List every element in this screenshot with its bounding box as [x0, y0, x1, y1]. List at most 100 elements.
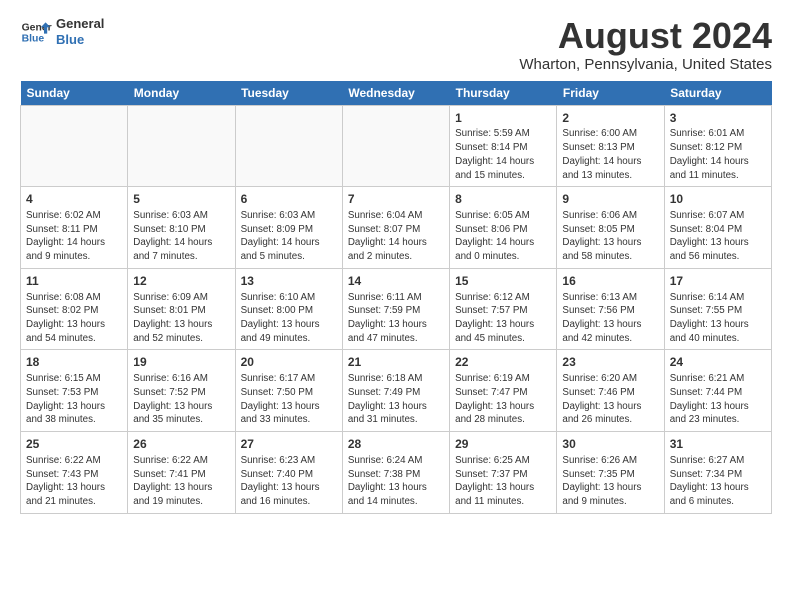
day-info: Sunrise: 6:27 AMSunset: 7:34 PMDaylight:…: [670, 454, 766, 509]
day-number: 28: [348, 436, 444, 453]
calendar-cell: 23Sunrise: 6:20 AMSunset: 7:46 PMDayligh…: [557, 350, 664, 432]
calendar-cell: 24Sunrise: 6:21 AMSunset: 7:44 PMDayligh…: [664, 350, 771, 432]
day-number: 26: [133, 436, 229, 453]
weekday-header-friday: Friday: [557, 81, 664, 106]
weekday-header-row: SundayMondayTuesdayWednesdayThursdayFrid…: [21, 81, 772, 106]
calendar-cell: 4Sunrise: 6:02 AMSunset: 8:11 PMDaylight…: [21, 187, 128, 269]
page-header: General Blue General Blue August 2024 Wh…: [20, 16, 772, 73]
day-info: Sunrise: 6:01 AMSunset: 8:12 PMDaylight:…: [670, 127, 766, 182]
day-info: Sunrise: 6:13 AMSunset: 7:56 PMDaylight:…: [562, 291, 658, 346]
day-number: 7: [348, 191, 444, 208]
calendar-week-row-5: 25Sunrise: 6:22 AMSunset: 7:43 PMDayligh…: [21, 432, 772, 514]
location-subtitle: Wharton, Pennsylvania, United States: [519, 56, 772, 73]
day-number: 25: [26, 436, 122, 453]
day-number: 18: [26, 354, 122, 371]
calendar-cell: 1Sunrise: 5:59 AMSunset: 8:14 PMDaylight…: [450, 105, 557, 187]
day-info: Sunrise: 6:26 AMSunset: 7:35 PMDaylight:…: [562, 454, 658, 509]
day-info: Sunrise: 6:19 AMSunset: 7:47 PMDaylight:…: [455, 372, 551, 427]
logo-text-general: General: [56, 16, 104, 32]
calendar-cell: 11Sunrise: 6:08 AMSunset: 8:02 PMDayligh…: [21, 268, 128, 350]
calendar-cell: [128, 105, 235, 187]
day-number: 3: [670, 110, 766, 127]
calendar-week-row-2: 4Sunrise: 6:02 AMSunset: 8:11 PMDaylight…: [21, 187, 772, 269]
weekday-header-wednesday: Wednesday: [342, 81, 449, 106]
day-info: Sunrise: 6:21 AMSunset: 7:44 PMDaylight:…: [670, 372, 766, 427]
logo-text-blue: Blue: [56, 32, 104, 48]
calendar-cell: [21, 105, 128, 187]
calendar-cell: 13Sunrise: 6:10 AMSunset: 8:00 PMDayligh…: [235, 268, 342, 350]
calendar-cell: 14Sunrise: 6:11 AMSunset: 7:59 PMDayligh…: [342, 268, 449, 350]
day-number: 10: [670, 191, 766, 208]
day-info: Sunrise: 6:16 AMSunset: 7:52 PMDaylight:…: [133, 372, 229, 427]
calendar-cell: 5Sunrise: 6:03 AMSunset: 8:10 PMDaylight…: [128, 187, 235, 269]
day-number: 19: [133, 354, 229, 371]
calendar-cell: 18Sunrise: 6:15 AMSunset: 7:53 PMDayligh…: [21, 350, 128, 432]
day-info: Sunrise: 6:09 AMSunset: 8:01 PMDaylight:…: [133, 291, 229, 346]
day-number: 24: [670, 354, 766, 371]
calendar-cell: 27Sunrise: 6:23 AMSunset: 7:40 PMDayligh…: [235, 432, 342, 514]
calendar-cell: 9Sunrise: 6:06 AMSunset: 8:05 PMDaylight…: [557, 187, 664, 269]
day-number: 21: [348, 354, 444, 371]
calendar-cell: 17Sunrise: 6:14 AMSunset: 7:55 PMDayligh…: [664, 268, 771, 350]
calendar-cell: 20Sunrise: 6:17 AMSunset: 7:50 PMDayligh…: [235, 350, 342, 432]
day-number: 15: [455, 273, 551, 290]
calendar-cell: 21Sunrise: 6:18 AMSunset: 7:49 PMDayligh…: [342, 350, 449, 432]
svg-text:Blue: Blue: [22, 34, 45, 45]
day-info: Sunrise: 5:59 AMSunset: 8:14 PMDaylight:…: [455, 127, 551, 182]
day-number: 23: [562, 354, 658, 371]
calendar-cell: 28Sunrise: 6:24 AMSunset: 7:38 PMDayligh…: [342, 432, 449, 514]
calendar-cell: [342, 105, 449, 187]
day-info: Sunrise: 6:24 AMSunset: 7:38 PMDaylight:…: [348, 454, 444, 509]
day-number: 8: [455, 191, 551, 208]
calendar-week-row-1: 1Sunrise: 5:59 AMSunset: 8:14 PMDaylight…: [21, 105, 772, 187]
day-number: 9: [562, 191, 658, 208]
calendar-cell: 26Sunrise: 6:22 AMSunset: 7:41 PMDayligh…: [128, 432, 235, 514]
day-info: Sunrise: 6:00 AMSunset: 8:13 PMDaylight:…: [562, 127, 658, 182]
day-info: Sunrise: 6:07 AMSunset: 8:04 PMDaylight:…: [670, 209, 766, 264]
day-info: Sunrise: 6:12 AMSunset: 7:57 PMDaylight:…: [455, 291, 551, 346]
calendar-cell: 15Sunrise: 6:12 AMSunset: 7:57 PMDayligh…: [450, 268, 557, 350]
day-info: Sunrise: 6:08 AMSunset: 8:02 PMDaylight:…: [26, 291, 122, 346]
day-info: Sunrise: 6:14 AMSunset: 7:55 PMDaylight:…: [670, 291, 766, 346]
calendar-cell: 8Sunrise: 6:05 AMSunset: 8:06 PMDaylight…: [450, 187, 557, 269]
title-block: August 2024 Wharton, Pennsylvania, Unite…: [519, 16, 772, 73]
day-number: 13: [241, 273, 337, 290]
calendar-cell: 31Sunrise: 6:27 AMSunset: 7:34 PMDayligh…: [664, 432, 771, 514]
calendar-cell: 2Sunrise: 6:00 AMSunset: 8:13 PMDaylight…: [557, 105, 664, 187]
calendar-week-row-3: 11Sunrise: 6:08 AMSunset: 8:02 PMDayligh…: [21, 268, 772, 350]
calendar-cell: 16Sunrise: 6:13 AMSunset: 7:56 PMDayligh…: [557, 268, 664, 350]
day-number: 20: [241, 354, 337, 371]
day-info: Sunrise: 6:03 AMSunset: 8:09 PMDaylight:…: [241, 209, 337, 264]
day-number: 14: [348, 273, 444, 290]
calendar-cell: 7Sunrise: 6:04 AMSunset: 8:07 PMDaylight…: [342, 187, 449, 269]
day-info: Sunrise: 6:11 AMSunset: 7:59 PMDaylight:…: [348, 291, 444, 346]
day-number: 1: [455, 110, 551, 127]
day-number: 4: [26, 191, 122, 208]
day-number: 29: [455, 436, 551, 453]
day-info: Sunrise: 6:17 AMSunset: 7:50 PMDaylight:…: [241, 372, 337, 427]
day-info: Sunrise: 6:15 AMSunset: 7:53 PMDaylight:…: [26, 372, 122, 427]
day-number: 22: [455, 354, 551, 371]
day-info: Sunrise: 6:02 AMSunset: 8:11 PMDaylight:…: [26, 209, 122, 264]
day-number: 2: [562, 110, 658, 127]
day-info: Sunrise: 6:22 AMSunset: 7:41 PMDaylight:…: [133, 454, 229, 509]
calendar-cell: 10Sunrise: 6:07 AMSunset: 8:04 PMDayligh…: [664, 187, 771, 269]
day-info: Sunrise: 6:18 AMSunset: 7:49 PMDaylight:…: [348, 372, 444, 427]
calendar-cell: 12Sunrise: 6:09 AMSunset: 8:01 PMDayligh…: [128, 268, 235, 350]
day-info: Sunrise: 6:10 AMSunset: 8:00 PMDaylight:…: [241, 291, 337, 346]
calendar-cell: 6Sunrise: 6:03 AMSunset: 8:09 PMDaylight…: [235, 187, 342, 269]
calendar-cell: [235, 105, 342, 187]
day-info: Sunrise: 6:22 AMSunset: 7:43 PMDaylight:…: [26, 454, 122, 509]
day-number: 16: [562, 273, 658, 290]
day-number: 11: [26, 273, 122, 290]
day-number: 30: [562, 436, 658, 453]
day-number: 12: [133, 273, 229, 290]
day-number: 6: [241, 191, 337, 208]
day-number: 27: [241, 436, 337, 453]
day-number: 31: [670, 436, 766, 453]
day-info: Sunrise: 6:03 AMSunset: 8:10 PMDaylight:…: [133, 209, 229, 264]
calendar-cell: 19Sunrise: 6:16 AMSunset: 7:52 PMDayligh…: [128, 350, 235, 432]
calendar-table: SundayMondayTuesdayWednesdayThursdayFrid…: [20, 81, 772, 514]
logo: General Blue General Blue: [20, 16, 104, 48]
day-number: 17: [670, 273, 766, 290]
